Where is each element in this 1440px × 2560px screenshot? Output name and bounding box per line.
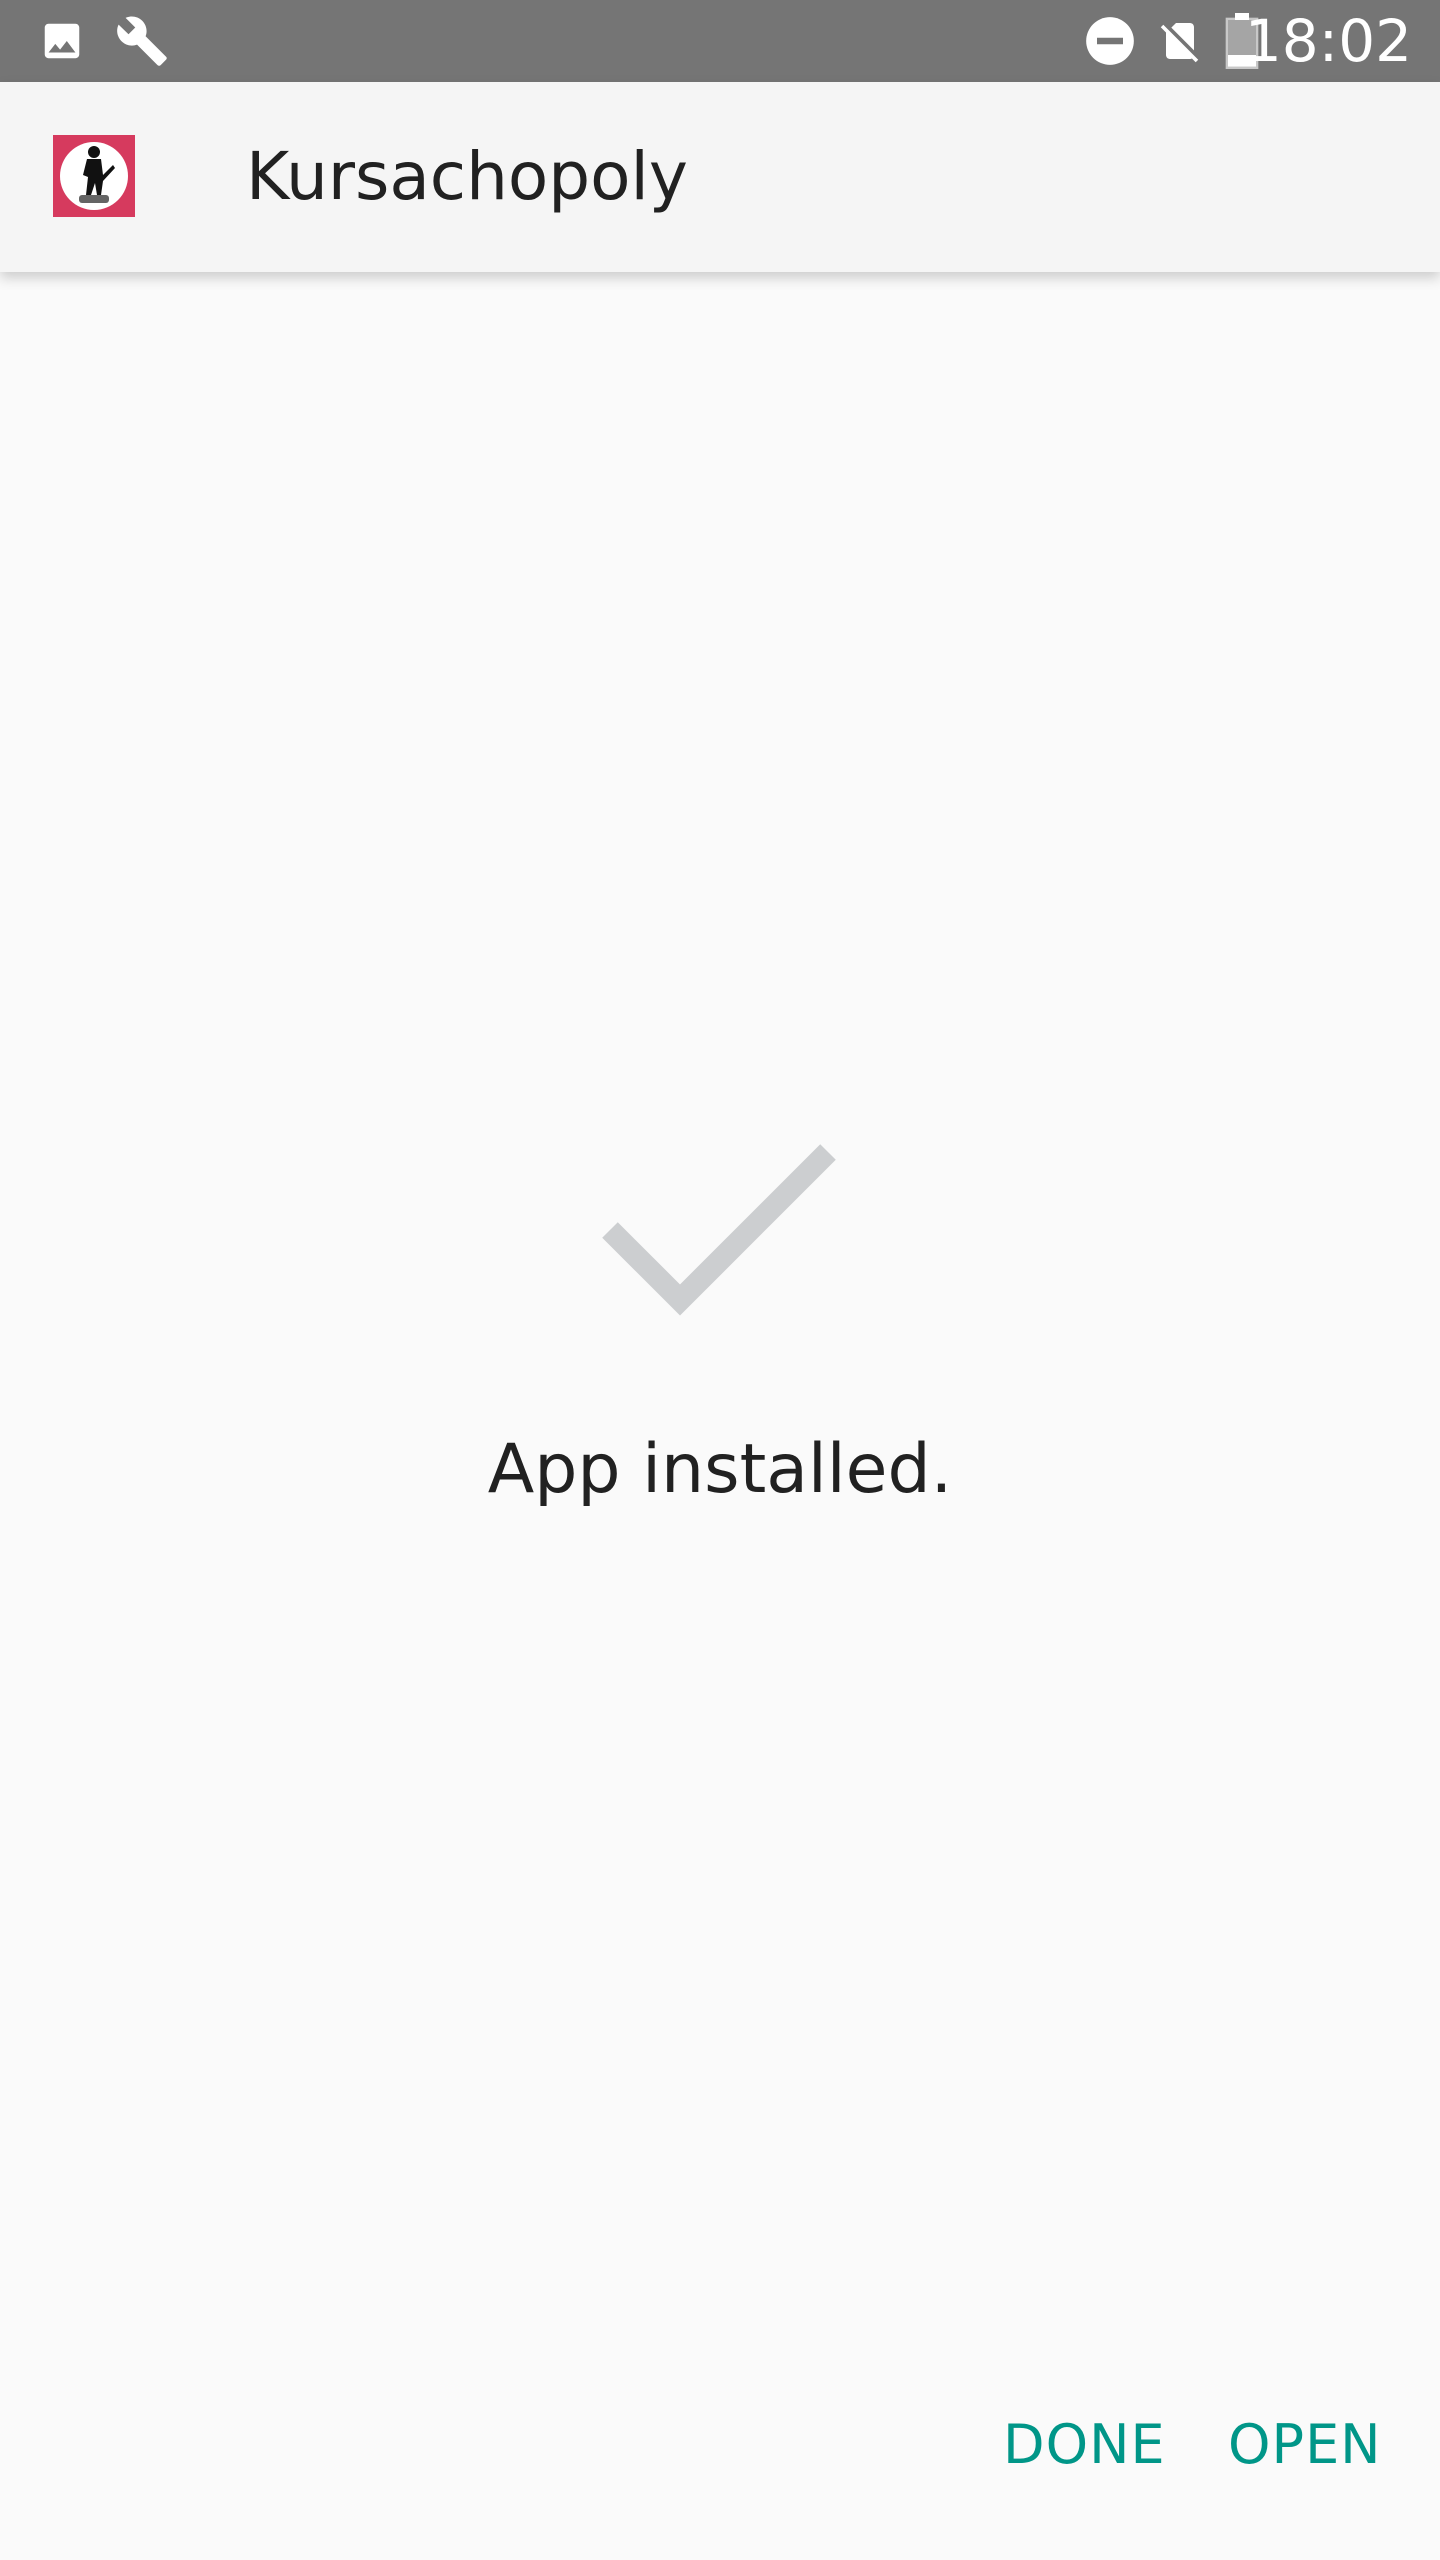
- install-result-panel: [0, 272, 1440, 2560]
- checkmark-icon: [600, 1140, 840, 1330]
- status-time: 18:02: [1244, 7, 1412, 75]
- done-button[interactable]: DONE: [1003, 2400, 1166, 2490]
- open-button[interactable]: OPEN: [1228, 2400, 1382, 2490]
- do-not-disturb-icon: [1082, 0, 1138, 82]
- install-status-message: App installed.: [487, 1430, 953, 1509]
- app-title: Kursachopoly: [246, 138, 688, 215]
- app-header: Kursachopoly: [0, 82, 1440, 272]
- image-icon: [36, 0, 88, 82]
- no-sim-icon: [1154, 0, 1206, 82]
- status-bar: 18:02: [0, 0, 1440, 82]
- app-logo-icon: [53, 135, 135, 217]
- wrench-icon: [114, 0, 170, 82]
